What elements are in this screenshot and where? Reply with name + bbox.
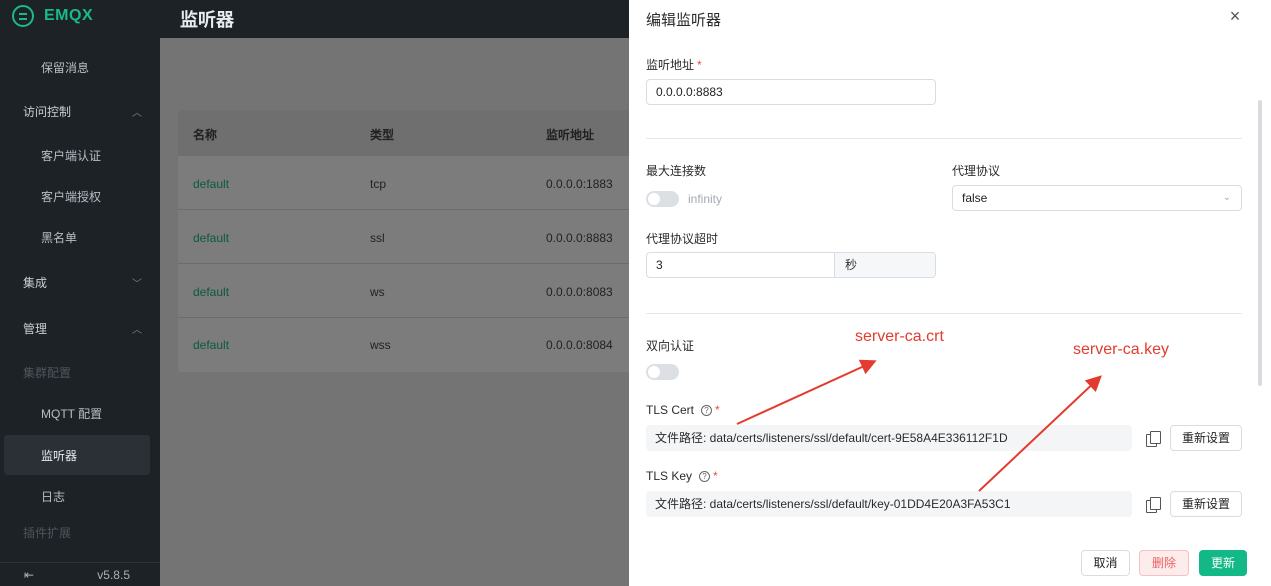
table-header: 名称 类型 监听地址 [178,110,638,156]
sidebar-item-label: 插件扩展 [23,525,72,540]
listener-type: tcp [370,177,387,191]
sidebar-group-management[interactable]: 管理 ︿ [0,308,150,348]
edit-listener-drawer: 编辑监听器 × 监听地址 * 0.0.0.0:8883 最大连接数 infinit… [629,0,1271,586]
listener-name-link[interactable]: default [193,338,229,352]
sidebar-item-retained[interactable]: 保留消息 [0,47,150,87]
row-divider [178,317,638,318]
sidebar-group-integration[interactable]: 集成 ﹀ [0,262,150,302]
listener-address: 0.0.0.0:8883 [546,231,613,245]
annotation-arrow-cert [736,359,877,425]
listener-type: ssl [370,231,385,245]
sidebar-item-listeners[interactable]: 监听器 [4,435,150,475]
listener-name-link[interactable]: default [193,231,229,245]
row-divider [178,209,638,210]
sidebar-footer: ⇤ v5.8.5 [0,562,160,586]
sidebar-item-label: 集成 [23,275,48,290]
page-title: 监听器 [180,10,234,30]
sidebar-item-label: 集群配置 [23,365,72,380]
annotation-arrow-key [978,375,1102,492]
sidebar-item-authn[interactable]: 客户端认证 [0,135,150,175]
annotation-arrows [736,359,1102,492]
brand-name: EMQX [44,7,94,24]
listener-address: 0.0.0.0:1883 [546,177,613,191]
version-label: v5.8.5 [97,567,130,582]
sidebar-item-label: 黑名单 [41,230,78,245]
listener-name-link[interactable]: default [193,285,229,299]
sidebar-item-mqtt-config[interactable]: MQTT 配置 [0,393,150,433]
main-content-overlay[interactable]: 名称 类型 监听地址 default tcp 0.0.0.0:1883 defa… [160,38,638,586]
listener-type: wss [370,338,391,352]
chevron-down-icon: ﹀ [132,278,142,290]
emqx-logo-icon [12,5,34,27]
listeners-table: 名称 类型 监听地址 default tcp 0.0.0.0:1883 defa… [178,110,638,372]
sidebar-item-blacklist[interactable]: 黑名单 [0,217,150,257]
listener-address: 0.0.0.0:8083 [546,285,613,299]
sidebar-item-label: 客户端认证 [41,148,102,163]
sidebar-item-label: 访问控制 [23,104,72,119]
chevron-up-icon: ︿ [132,324,142,336]
sidebar-item-label: 监听器 [41,448,78,463]
column-header-type: 类型 [370,128,395,142]
sidebar-item-label: 管理 [23,321,48,336]
sidebar-section-cluster-config: 集群配置 [0,352,150,392]
sidebar-item-label: 日志 [41,489,66,504]
sidebar-group-access-control[interactable]: 访问控制 ︿ [0,91,150,131]
sidebar-item-logs[interactable]: 日志 [0,476,150,516]
sidebar-item-label: 客户端授权 [41,189,102,204]
sidebar-item-authz[interactable]: 客户端授权 [0,176,150,216]
sidebar-item-label: 保留消息 [41,60,90,75]
column-header-name: 名称 [193,128,218,142]
listener-name-link[interactable]: default [193,177,229,191]
chevron-up-icon: ︿ [132,107,142,119]
collapse-sidebar-icon[interactable]: ⇤ [24,568,34,582]
row-divider [178,263,638,264]
column-header-address: 监听地址 [546,128,595,142]
listener-address: 0.0.0.0:8084 [546,338,613,352]
top-bar: 监听器 [160,0,629,38]
sidebar-item-label: MQTT 配置 [41,406,103,421]
sidebar-section-plugins: 插件扩展 [0,517,150,547]
brand[interactable]: EMQX [12,5,93,27]
sidebar: EMQX 保留消息 访问控制 ︿ 客户端认证 客户端授权 黑名单 集成 ﹀ 管理 ︿ … [0,0,160,586]
listener-type: ws [370,285,385,299]
